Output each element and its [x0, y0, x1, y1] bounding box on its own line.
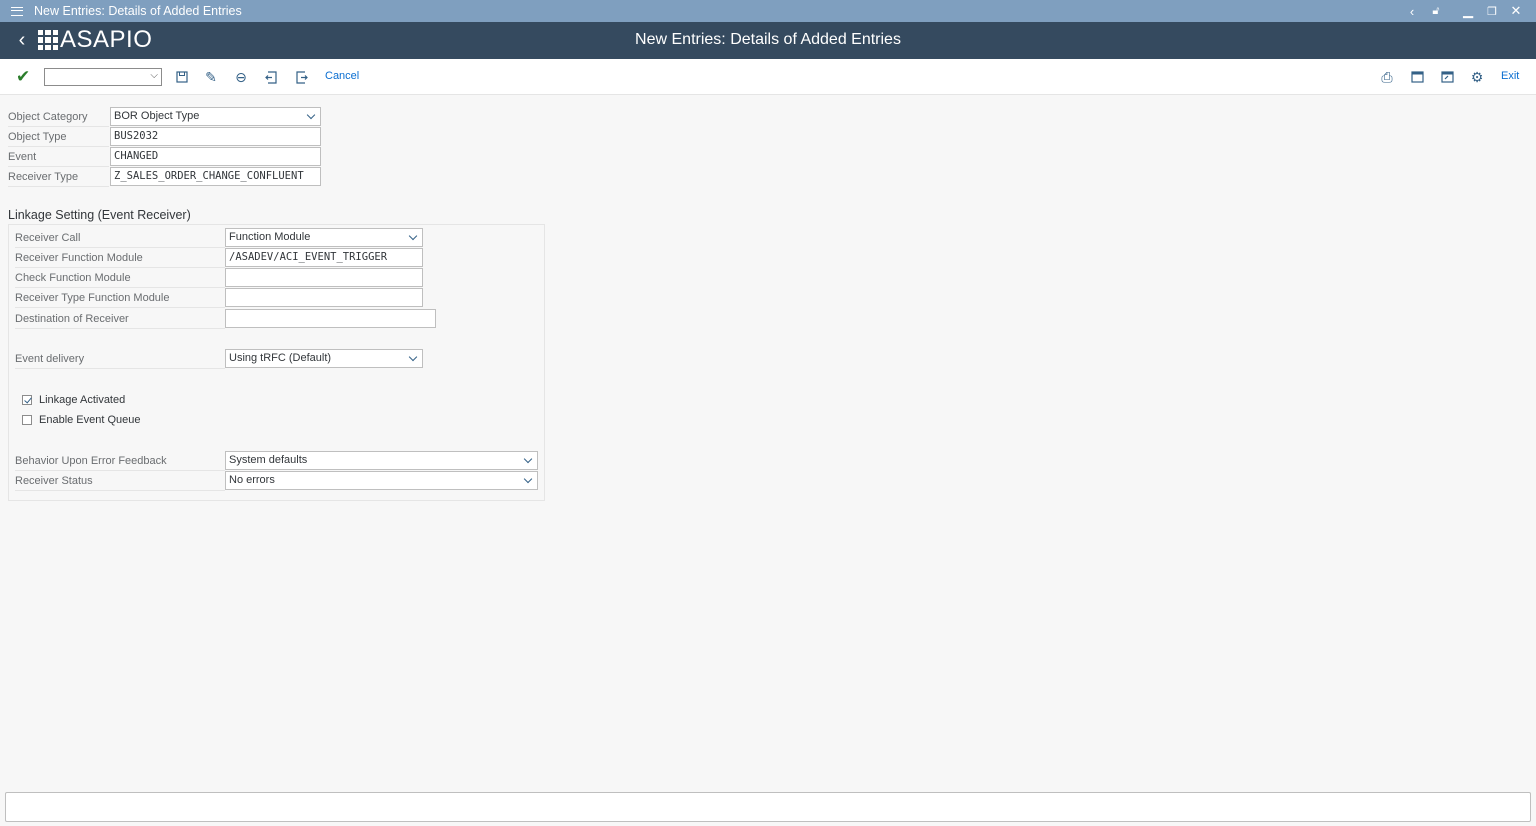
generate-shortcut-icon[interactable]	[1439, 68, 1455, 86]
close-icon[interactable]: ✕	[1504, 0, 1528, 22]
new-session-icon[interactable]	[1409, 68, 1425, 86]
error-feedback-label: Behavior Upon Error Feedback	[15, 451, 225, 471]
window-title: New Entries: Details of Added Entries	[34, 4, 242, 18]
event-label: Event	[8, 147, 109, 167]
object-type-label: Object Type	[8, 127, 109, 147]
receiver-fm-label: Receiver Function Module	[15, 248, 225, 268]
receiver-fm-row: Receiver Function Module /ASADEV/ACI_EVE…	[15, 248, 425, 268]
restore-icon[interactable]: ❐	[1480, 0, 1504, 22]
chevron-down-icon[interactable]	[408, 350, 418, 367]
error-feedback-row: Behavior Upon Error Feedback System defa…	[15, 451, 539, 471]
check-fm-label: Check Function Module	[15, 268, 225, 288]
cancel-button[interactable]: Cancel	[325, 70, 359, 82]
enter-check-icon[interactable]: ✔	[16, 67, 34, 86]
object-type-field[interactable]: BUS2032	[110, 127, 321, 146]
receiver-call-select[interactable]: Function Module	[225, 228, 423, 247]
receiver-type-field[interactable]: Z_SALES_ORDER_CHANGE_CONFLUENT	[110, 167, 321, 186]
error-feedback-value: System defaults	[229, 454, 308, 466]
receiver-status-value: No errors	[229, 474, 275, 486]
receiver-type-fm-row: Receiver Type Function Module	[15, 288, 425, 308]
event-delivery-label: Event delivery	[15, 349, 225, 369]
edit-pencil-icon[interactable]: ✎	[203, 68, 219, 86]
window-controls: ‹ 🔓︎ ▁ ❐ ✕	[1400, 0, 1528, 22]
receiver-type-row: Receiver Type Z_SALES_ORDER_CHANGE_CONFL…	[8, 167, 321, 187]
receiver-call-value: Function Module	[229, 231, 311, 243]
forward-navigation-icon[interactable]	[293, 68, 309, 86]
receiver-call-label: Receiver Call	[15, 228, 225, 248]
object-category-select[interactable]: BOR Object Type	[110, 107, 321, 126]
save-icon[interactable]	[174, 68, 190, 86]
back-navigation-icon[interactable]	[263, 68, 279, 86]
minimize-icon[interactable]: ▁	[1456, 0, 1480, 22]
receiver-type-fm-field[interactable]	[225, 288, 423, 307]
error-feedback-select[interactable]: System defaults	[225, 451, 538, 470]
command-field[interactable]: ⌵	[44, 68, 162, 86]
exit-button[interactable]: Exit	[1501, 70, 1519, 82]
receiver-status-select[interactable]: No errors	[225, 471, 538, 490]
destination-field[interactable]	[225, 309, 436, 328]
chevron-down-icon[interactable]	[408, 229, 418, 246]
receiver-type-label: Receiver Type	[8, 167, 109, 187]
unlock-icon[interactable]: 🔓︎	[1424, 0, 1448, 22]
event-delivery-select[interactable]: Using tRFC (Default)	[225, 349, 423, 368]
object-category-value: BOR Object Type	[114, 110, 200, 122]
destination-label: Destination of Receiver	[15, 309, 225, 329]
chevron-down-icon[interactable]	[523, 452, 533, 469]
event-delivery-value: Using tRFC (Default)	[229, 352, 332, 364]
event-row: Event CHANGED	[8, 147, 321, 167]
object-category-label: Object Category	[8, 107, 109, 127]
chevron-left-icon[interactable]: ‹	[1400, 0, 1424, 22]
receiver-status-label: Receiver Status	[15, 471, 225, 491]
check-fm-field[interactable]	[225, 268, 423, 287]
window-title-bar: New Entries: Details of Added Entries ‹ …	[0, 0, 1536, 22]
minus-circle-icon[interactable]: ⊖	[233, 68, 249, 86]
linkage-activated-checkbox[interactable]	[22, 395, 32, 405]
receiver-type-fm-label: Receiver Type Function Module	[15, 288, 225, 308]
shell-header: ‹ ASAPIO New Entries: Details of Added E…	[0, 22, 1536, 59]
enable-event-queue-label: Enable Event Queue	[39, 414, 141, 426]
application-toolbar: ✔ ⌵ ✎ ⊖ Cancel ⎙ ⚙ Exit	[0, 59, 1536, 95]
page-title: New Entries: Details of Added Entries	[635, 31, 901, 48]
event-field[interactable]: CHANGED	[110, 147, 321, 166]
object-type-row: Object Type BUS2032	[8, 127, 321, 147]
linkage-activated-label: Linkage Activated	[39, 394, 126, 406]
chevron-down-icon[interactable]	[306, 108, 316, 125]
event-delivery-row: Event delivery Using tRFC (Default)	[15, 349, 425, 369]
chevron-down-icon[interactable]	[523, 472, 533, 489]
destination-row: Destination of Receiver	[15, 309, 437, 329]
chevron-down-icon[interactable]: ⌵	[150, 70, 158, 81]
receiver-status-row: Receiver Status No errors	[15, 471, 539, 491]
check-fm-row: Check Function Module	[15, 268, 425, 288]
linkage-section-title: Linkage Setting (Event Receiver)	[8, 208, 191, 222]
receiver-call-row: Receiver Call Function Module	[15, 228, 425, 248]
menu-icon[interactable]	[0, 0, 34, 22]
receiver-fm-field[interactable]: /ASADEV/ACI_EVENT_TRIGGER	[225, 248, 423, 267]
enable-event-queue-checkbox[interactable]	[22, 415, 32, 425]
settings-icon[interactable]: ⚙	[1469, 68, 1485, 86]
status-bar	[5, 792, 1531, 822]
object-category-row: Object Category BOR Object Type	[8, 107, 321, 127]
print-icon[interactable]: ⎙	[1379, 68, 1395, 86]
